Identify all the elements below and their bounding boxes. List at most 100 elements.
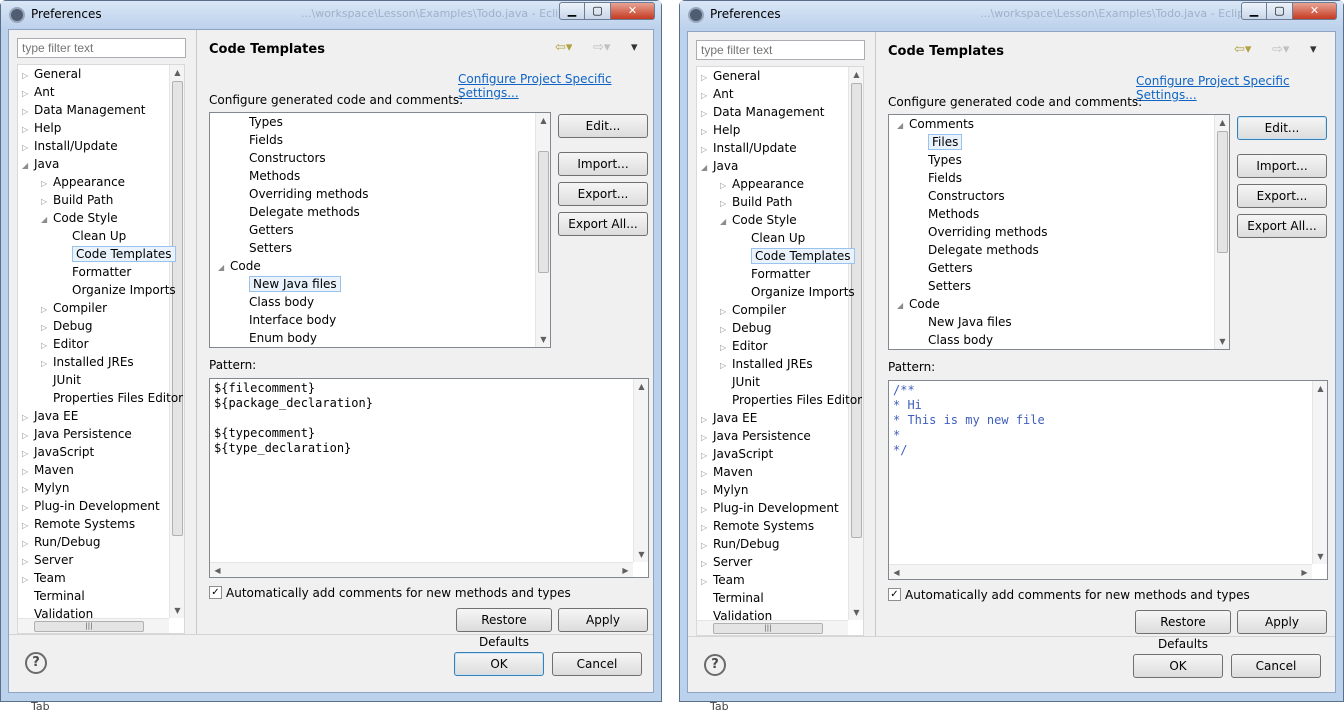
templates-tree[interactable]: ▲ ▼ ◢ Comments Files Types Fields Constructor… — [888, 114, 1230, 350]
templates-scrollbar[interactable]: ▲ ▼ — [1214, 115, 1229, 349]
tree-item[interactable]: Setters — [916, 277, 971, 295]
tree-item[interactable]: ▷ Install/Update — [701, 139, 797, 157]
tree-item[interactable]: ▷ Remote Systems — [22, 515, 135, 533]
tree-item[interactable]: Interface body — [237, 311, 336, 329]
tree-item[interactable]: Methods — [916, 205, 979, 223]
preferences-tree[interactable]: ▲ ▼ ||| ▷ General ▷ Ant ▷ Data Management ▷ Hel… — [696, 66, 864, 636]
scroll-left-arrow-icon[interactable]: ◀ — [210, 563, 225, 577]
tree-item[interactable]: ▷ Help — [22, 119, 61, 137]
tree-item[interactable]: ▷ Ant — [701, 85, 734, 103]
sash-divider[interactable] — [875, 32, 876, 636]
maximize-button[interactable]: ▢ — [1267, 2, 1293, 20]
tree-item[interactable]: Clean Up — [60, 227, 126, 245]
pattern-horizontal-scrollbar[interactable]: ◀ ▶ — [889, 564, 1312, 579]
scroll-thumb[interactable] — [538, 151, 549, 273]
tree-item[interactable]: Overriding methods — [916, 223, 1048, 241]
title-bar[interactable]: Preferences ...\workspace\Lesson\Example… — [680, 1, 1343, 29]
import-button[interactable]: Import... — [1237, 154, 1327, 178]
close-button[interactable]: ✕ — [1293, 2, 1337, 20]
scroll-down-arrow-icon[interactable]: ▼ — [170, 603, 184, 618]
tree-item[interactable]: ▷ Team — [701, 571, 745, 589]
cancel-button[interactable]: Cancel — [552, 652, 642, 676]
filter-input[interactable] — [17, 38, 186, 58]
tree-item[interactable]: Terminal — [701, 589, 764, 607]
filter-input[interactable] — [696, 40, 865, 60]
pattern-vertical-scrollbar[interactable]: ▲ ▼ — [633, 379, 648, 562]
menu-chevron-icon[interactable]: ▾ — [631, 40, 638, 55]
title-bar[interactable]: Preferences ...\workspace\Lesson\Example… — [1, 1, 661, 29]
scroll-right-arrow-icon[interactable]: ▶ — [1297, 565, 1312, 579]
help-icon[interactable]: ? — [25, 652, 47, 674]
tree-item[interactable]: Clean Up — [739, 229, 805, 247]
pattern-editor[interactable]: /** * Hi * This is my new file * */ ▲ ▼ … — [888, 380, 1328, 580]
tree-item[interactable]: Properties Files Editor — [41, 389, 183, 407]
tree-item[interactable]: ◢ Code Style — [720, 211, 797, 229]
preferences-tree[interactable]: ▲ ▼ ||| ▷ General ▷ Ant ▷ Data Management ▷ Hel… — [17, 64, 185, 634]
tree-item[interactable]: ▷ Install/Update — [22, 137, 118, 155]
scroll-down-arrow-icon[interactable]: ▼ — [634, 547, 648, 562]
tree-item[interactable]: JUnit — [720, 373, 760, 391]
scroll-up-arrow-icon[interactable]: ▲ — [536, 113, 550, 128]
maximize-button[interactable]: ▢ — [585, 2, 611, 20]
scroll-down-arrow-icon[interactable]: ▼ — [1313, 549, 1327, 564]
minimize-button[interactable]: ▁ — [559, 2, 585, 20]
tree-item[interactable]: Properties Files Editor — [720, 391, 862, 409]
tree-item[interactable]: ◢ Code — [897, 295, 940, 313]
tree-item[interactable]: Code Templates — [60, 245, 176, 263]
tree-item[interactable]: Files — [916, 133, 963, 151]
pattern-horizontal-scrollbar[interactable]: ◀ ▶ — [210, 562, 633, 577]
tree-item[interactable]: ▷ Debug — [41, 317, 92, 335]
tree-item[interactable]: ▷ Data Management — [701, 103, 825, 121]
tree-item[interactable]: ◢ Comments — [897, 115, 974, 133]
tree-item[interactable]: ▷ Maven — [701, 463, 753, 481]
tree-item[interactable]: New Java files — [916, 313, 1012, 331]
tree-item[interactable]: Fields — [237, 131, 283, 149]
pattern-vertical-scrollbar[interactable]: ▲ ▼ — [1312, 381, 1327, 564]
tree-item[interactable]: ▷ Appearance — [720, 175, 804, 193]
scroll-up-arrow-icon[interactable]: ▲ — [170, 65, 184, 80]
tree-item[interactable]: Validation — [701, 607, 772, 625]
tree-item[interactable]: ◢ Java — [22, 155, 59, 173]
tree-item[interactable]: ▷ Compiler — [720, 301, 786, 319]
apply-button[interactable]: Apply — [558, 608, 648, 632]
scroll-thumb[interactable] — [851, 83, 862, 538]
tree-item[interactable]: ▷ Editor — [41, 335, 89, 353]
sash-divider[interactable] — [196, 30, 197, 634]
import-button[interactable]: Import... — [558, 152, 648, 176]
export-all-button[interactable]: Export All... — [1237, 214, 1327, 238]
tree-item[interactable]: Terminal — [22, 587, 85, 605]
expanded-arrow-icon[interactable]: ◢ — [701, 159, 713, 177]
project-settings-link[interactable]: Configure Project Specific Settings... — [458, 72, 653, 100]
scroll-down-arrow-icon[interactable]: ▼ — [1215, 334, 1229, 349]
tree-item[interactable]: Types — [237, 113, 283, 131]
expanded-arrow-icon[interactable]: ◢ — [41, 211, 53, 229]
restore-defaults-button[interactable]: Restore Defaults — [456, 608, 552, 649]
tree-item[interactable]: ◢ Code Style — [41, 209, 118, 227]
tree-item[interactable]: ▷ Help — [701, 121, 740, 139]
close-button[interactable]: ✕ — [611, 2, 655, 20]
tree-item[interactable]: ▷ Mylyn — [22, 479, 70, 497]
tree-item[interactable]: ▷ Run/Debug — [22, 533, 101, 551]
tree-item[interactable]: Overriding methods — [237, 185, 369, 203]
scroll-up-arrow-icon[interactable]: ▲ — [1313, 381, 1327, 396]
tree-item[interactable]: Formatter — [739, 265, 810, 283]
tree-item[interactable]: ▷ Editor — [720, 337, 768, 355]
tree-item[interactable]: ▷ Mylyn — [701, 481, 749, 499]
tree-item[interactable]: ▷ Java Persistence — [701, 427, 811, 445]
scroll-left-arrow-icon[interactable]: ◀ — [889, 565, 904, 579]
tree-item[interactable]: ▷ Java Persistence — [22, 425, 132, 443]
scroll-thumb[interactable] — [1217, 131, 1228, 253]
tree-item[interactable]: ▷ Data Management — [22, 101, 146, 119]
scroll-up-arrow-icon[interactable]: ▲ — [849, 67, 863, 82]
tree-item[interactable]: ◢ Code — [218, 257, 261, 275]
templates-tree[interactable]: ▲ ▼ Types Fields Constructors Methods Overri… — [209, 112, 551, 348]
restore-defaults-button[interactable]: Restore Defaults — [1135, 610, 1231, 651]
tree-item[interactable]: ▷ Plug-in Development — [22, 497, 160, 515]
tree-item[interactable]: ▷ Java EE — [22, 407, 78, 425]
export-button[interactable]: Export... — [1237, 184, 1327, 208]
tree-item[interactable]: ▷ JavaScript — [22, 443, 94, 461]
tree-item[interactable]: Code Templates — [739, 247, 855, 265]
export-all-button[interactable]: Export All... — [558, 212, 648, 236]
scroll-right-arrow-icon[interactable]: ▶ — [618, 563, 633, 577]
scroll-down-arrow-icon[interactable]: ▼ — [849, 605, 863, 620]
